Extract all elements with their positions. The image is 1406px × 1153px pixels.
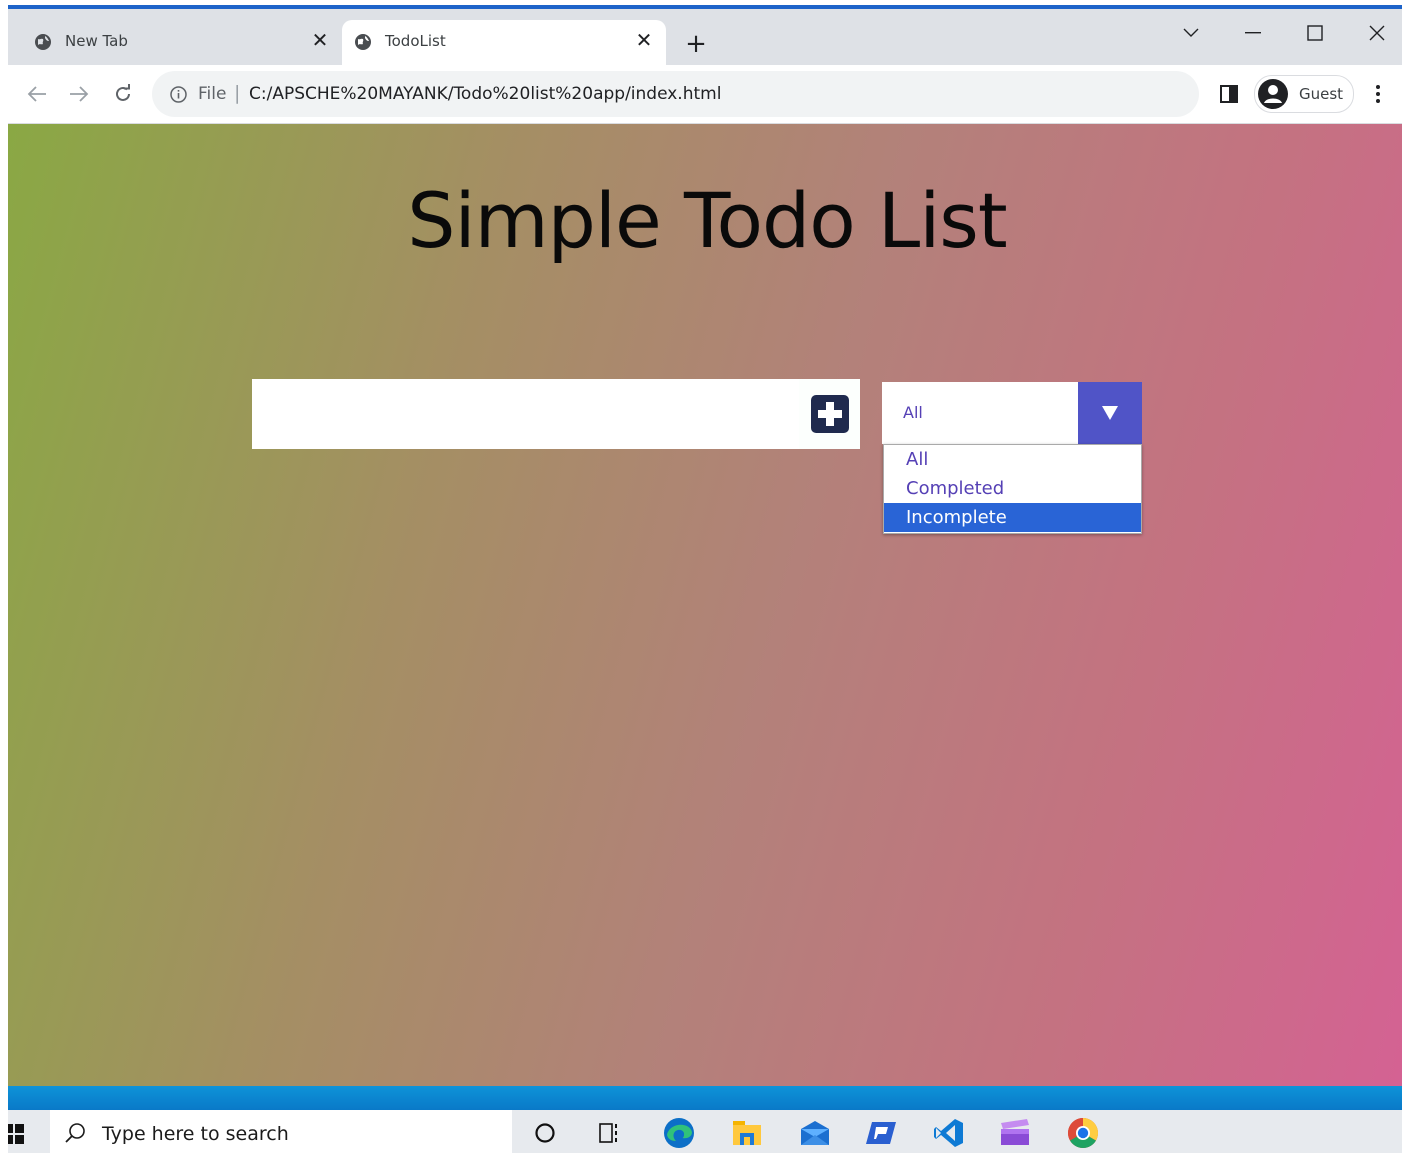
clapper-app-icon[interactable] [998, 1116, 1032, 1150]
task-view-icon[interactable] [593, 1116, 627, 1150]
reload-button[interactable] [108, 79, 138, 109]
tab-search-button[interactable] [1171, 19, 1211, 47]
close-icon[interactable]: ✕ [308, 28, 332, 52]
search-placeholder: Type here to search [102, 1123, 289, 1145]
window-accent-line [8, 5, 1402, 9]
info-icon[interactable] [170, 86, 187, 103]
tab-label: New Tab [65, 32, 128, 50]
forward-button[interactable] [64, 79, 94, 109]
page-title: Simple Todo List [407, 176, 1007, 265]
globe-icon [354, 33, 372, 51]
tab-label: TodoList [385, 32, 446, 50]
taskbar-accent [8, 1086, 1402, 1110]
filter-option-incomplete[interactable]: Incomplete [884, 503, 1141, 532]
profile-button[interactable]: Guest [1254, 75, 1354, 113]
globe-icon [34, 33, 52, 51]
maximize-icon [1307, 25, 1323, 41]
taskbar: Type here to search [8, 1110, 1402, 1153]
maximize-button[interactable] [1295, 19, 1335, 47]
url-text[interactable]: C:/APSCHE%20MAYANK/Todo%20list%20app/ind… [249, 84, 721, 104]
windows-start-icon[interactable] [8, 1124, 24, 1144]
vscode-icon[interactable] [932, 1116, 966, 1150]
remote-app-icon[interactable] [864, 1116, 898, 1150]
filter-option-all[interactable]: All [884, 445, 1141, 474]
chevron-down-icon [1183, 28, 1199, 37]
add-todo-button[interactable] [799, 379, 860, 449]
reload-icon [116, 84, 130, 101]
tab-todolist[interactable]: TodoList ✕ [342, 20, 666, 65]
menu-button[interactable] [1368, 79, 1388, 109]
taskbar-search-box[interactable]: Type here to search [50, 1110, 512, 1153]
avatar-icon [1258, 79, 1288, 109]
todo-input[interactable] [252, 379, 805, 449]
browser-window: New Tab ✕ TodoList ✕ + File | C:/APSCHE%… [8, 0, 1402, 1153]
chrome-icon[interactable] [1066, 1116, 1100, 1150]
more-vert-icon [1376, 85, 1380, 103]
scheme-label: File [198, 84, 227, 104]
address-bar[interactable]: File | C:/APSCHE%20MAYANK/Todo%20list%20… [152, 71, 1199, 117]
mail-icon[interactable] [798, 1116, 832, 1150]
arrow-left-icon [27, 86, 46, 102]
file-explorer-icon[interactable] [730, 1116, 764, 1150]
filter-selected-value: All [903, 403, 923, 422]
tab-strip: New Tab ✕ TodoList ✕ + [8, 5, 1402, 65]
side-panel-icon[interactable] [1220, 85, 1238, 103]
tab-new-tab[interactable]: New Tab ✕ [22, 20, 342, 65]
minimize-icon [1245, 32, 1261, 34]
cortana-icon[interactable] [528, 1116, 562, 1150]
new-tab-button[interactable]: + [682, 31, 710, 59]
filter-dropdown-arrow[interactable] [1078, 382, 1142, 444]
triangle-down-icon [1102, 406, 1118, 420]
minimize-button[interactable] [1233, 19, 1273, 47]
browser-toolbar: File | C:/APSCHE%20MAYANK/Todo%20list%20… [8, 65, 1402, 124]
profile-label: Guest [1299, 85, 1344, 103]
filter-options-list: All Completed Incomplete [883, 444, 1142, 534]
arrow-right-icon [70, 86, 89, 102]
search-icon [65, 1123, 85, 1143]
filter-select[interactable]: All [882, 382, 1142, 444]
filter-option-completed[interactable]: Completed [884, 474, 1141, 503]
page-content: Simple Todo List All All Completed Incom… [8, 124, 1402, 1086]
plus-square-icon [810, 395, 849, 433]
close-window-button[interactable] [1357, 19, 1397, 47]
close-icon [1369, 25, 1385, 41]
edge-icon[interactable] [662, 1116, 696, 1150]
address-separator: | [234, 82, 241, 104]
back-button[interactable] [22, 79, 52, 109]
close-icon[interactable]: ✕ [632, 28, 656, 52]
